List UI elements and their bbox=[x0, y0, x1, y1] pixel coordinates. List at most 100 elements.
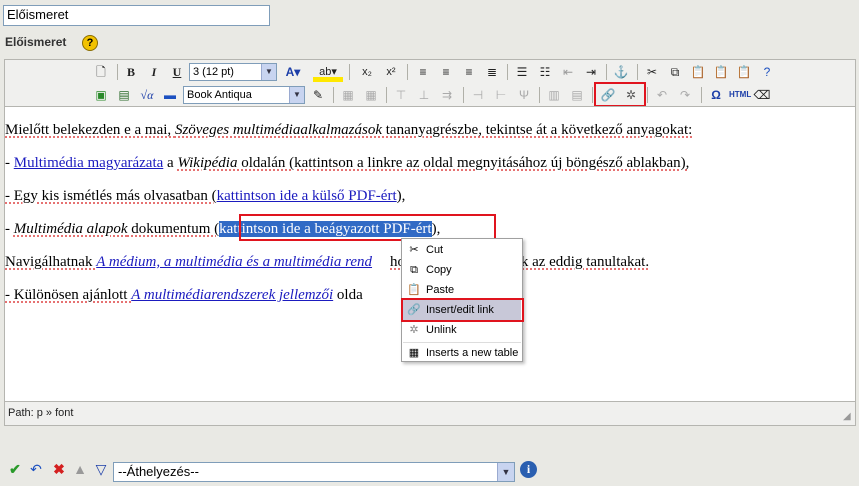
menu-item-label: Unlink bbox=[426, 324, 457, 336]
help-button-icon[interactable]: ? bbox=[757, 62, 777, 82]
menu-item-unlink[interactable]: ✲ Unlink bbox=[403, 320, 521, 340]
move-select-value: --Áthelyezés-- bbox=[118, 464, 199, 479]
menu-item-label: Cut bbox=[426, 244, 444, 256]
paragraph-5: Navigálhatnak A médium, a multimédia és … bbox=[5, 254, 649, 271]
cell-props-icon[interactable]: ▦ bbox=[361, 85, 381, 105]
chevron-down-icon: ▼ bbox=[497, 463, 514, 481]
info-icon[interactable]: i bbox=[520, 461, 537, 478]
text: - Különösen ajánlott bbox=[5, 287, 132, 303]
align-justify-icon[interactable]: ≣ bbox=[482, 62, 502, 82]
font-size-select[interactable]: 3 (12 pt) ▼ bbox=[189, 63, 277, 81]
paste-text-icon[interactable]: 📋 bbox=[711, 62, 731, 82]
undo-icon[interactable]: ↶ bbox=[652, 85, 672, 105]
math-icon[interactable]: √α bbox=[137, 85, 157, 105]
align-left-icon[interactable]: ≡ bbox=[413, 62, 433, 82]
help-icon[interactable]: ? bbox=[82, 35, 98, 51]
context-menu: ✂ Cut ⧉ Copy 📋 Paste 🔗 Insert/edit link … bbox=[401, 238, 524, 362]
bold-button[interactable]: B bbox=[121, 62, 141, 82]
merge-cells-icon[interactable]: ▤ bbox=[567, 85, 587, 105]
text: - bbox=[5, 155, 14, 171]
link-systems[interactable]: A multimédiarendszerek jellemzői bbox=[131, 287, 333, 303]
resize-grip-icon[interactable]: ◢ bbox=[843, 412, 853, 422]
title-input[interactable]: Előismeret bbox=[3, 5, 270, 26]
redo-icon[interactable]: ↷ bbox=[675, 85, 695, 105]
delete-icon[interactable]: ✖ bbox=[51, 461, 67, 477]
horizontal-rule-icon[interactable]: ▬ bbox=[160, 85, 180, 105]
table-props-icon[interactable]: ▦ bbox=[338, 85, 358, 105]
move-down-icon[interactable]: ▽ bbox=[93, 461, 109, 477]
numbered-list-icon[interactable]: ☷ bbox=[535, 62, 555, 82]
link-buttons-highlight bbox=[594, 82, 646, 107]
paste-icon[interactable]: 📋 bbox=[688, 62, 708, 82]
text: olda bbox=[333, 287, 363, 303]
text-italic: Multimédia alapok bbox=[13, 221, 128, 237]
selection-highlight bbox=[239, 214, 496, 241]
indent-icon[interactable]: ⇥ bbox=[581, 62, 601, 82]
bullet-list-icon[interactable]: ☰ bbox=[512, 62, 532, 82]
subscript-icon[interactable]: x₂ bbox=[357, 62, 377, 82]
menu-item-label: Copy bbox=[426, 264, 452, 276]
undo-arrow-icon[interactable]: ↶ bbox=[28, 461, 44, 477]
paragraph-3: - Egy kis ismétlés más olvasatban (katti… bbox=[5, 188, 405, 205]
link-medium[interactable]: A médium, a multimédia és a multimédia r… bbox=[96, 254, 372, 270]
paragraph-2: - Multimédia magyarázata a Wikipédia old… bbox=[5, 155, 689, 172]
copy-icon: ⧉ bbox=[410, 264, 418, 276]
underline-button[interactable]: U bbox=[167, 62, 187, 82]
new-document-icon[interactable]: 🗋 bbox=[91, 62, 111, 82]
link-multimedia[interactable]: Multimédia magyarázata bbox=[14, 155, 164, 171]
image-icon[interactable]: ▣ bbox=[91, 85, 111, 105]
paragraph-6: - Különösen ajánlott A multimédiarendsze… bbox=[5, 287, 363, 304]
insert-row-after-icon[interactable]: ⊥ bbox=[414, 85, 434, 105]
unlink-icon: ✲ bbox=[409, 324, 419, 336]
text-italic: Wikipédia bbox=[177, 155, 238, 171]
insert-row-before-icon[interactable]: ⊤ bbox=[391, 85, 411, 105]
menu-item-copy[interactable]: ⧉ Copy bbox=[403, 260, 521, 280]
cleanup-icon[interactable]: ⌫ bbox=[752, 85, 772, 105]
text-italic: Szöveges multimédiaalkalmazások bbox=[174, 122, 382, 138]
font-size-value: 3 (12 pt) bbox=[193, 66, 234, 78]
anchor-icon[interactable]: ⚓ bbox=[611, 62, 631, 82]
copy-icon[interactable]: ⧉ bbox=[665, 62, 685, 82]
text: a bbox=[163, 155, 178, 171]
media-icon[interactable]: ▤ bbox=[114, 85, 134, 105]
highlight-color-icon[interactable]: ab▾ bbox=[313, 62, 343, 82]
menu-item-label: Inserts a new table bbox=[426, 347, 519, 359]
move-select[interactable]: --Áthelyezés-- ▼ bbox=[113, 462, 515, 482]
move-up-icon[interactable]: ▲ bbox=[72, 461, 88, 477]
font-family-select[interactable]: Book Antiqua ▼ bbox=[183, 86, 305, 104]
text: Mielőtt belekezden e a mai, bbox=[5, 122, 175, 138]
paste-word-icon[interactable]: 📋 bbox=[734, 62, 754, 82]
insert-col-before-icon[interactable]: ⊣ bbox=[468, 85, 488, 105]
paragraph-1: Mielőtt belekezden e a mai, Szöveges mul… bbox=[5, 122, 692, 139]
delete-row-icon[interactable]: ⇉ bbox=[437, 85, 457, 105]
italic-button[interactable]: I bbox=[144, 62, 164, 82]
chevron-down-icon: ▼ bbox=[261, 64, 276, 80]
text: Navigálhatnak bbox=[5, 254, 97, 270]
status-bar: Path: p » font ◢ bbox=[5, 403, 855, 424]
text: oldalán (kattintson a linkre az oldal me… bbox=[237, 155, 690, 171]
edit-style-icon[interactable]: ✎ bbox=[308, 85, 328, 105]
save-check-icon[interactable]: ✔ bbox=[7, 461, 23, 477]
font-family-value: Book Antiqua bbox=[187, 89, 252, 101]
html-source-icon[interactable]: HTML bbox=[729, 85, 751, 105]
element-path: Path: p » font bbox=[8, 407, 74, 419]
cut-icon[interactable]: ✂ bbox=[642, 62, 662, 82]
outdent-icon[interactable]: ⇤ bbox=[558, 62, 578, 82]
link-external-pdf[interactable]: kattintson ide a külső PDF-ért bbox=[217, 188, 397, 204]
superscript-icon[interactable]: x² bbox=[381, 62, 401, 82]
menu-item-cut[interactable]: ✂ Cut bbox=[403, 240, 521, 260]
align-center-icon[interactable]: ≡ bbox=[436, 62, 456, 82]
split-cells-icon[interactable]: ▥ bbox=[544, 85, 564, 105]
field-label: Előismeret bbox=[5, 35, 67, 49]
delete-col-icon[interactable]: Ψ bbox=[514, 85, 534, 105]
menu-item-insert-table[interactable]: ▦ Inserts a new table bbox=[403, 342, 521, 362]
special-char-icon[interactable]: Ω bbox=[706, 85, 726, 105]
text: - Egy kis ismétlés más olvasatban ( bbox=[5, 188, 217, 204]
font-color-icon[interactable]: A▾ bbox=[283, 62, 303, 82]
align-right-icon[interactable]: ≡ bbox=[459, 62, 479, 82]
text: ), bbox=[396, 188, 406, 204]
insert-col-after-icon[interactable]: ⊢ bbox=[491, 85, 511, 105]
text: dokumentum ( bbox=[127, 221, 220, 237]
menu-item-paste[interactable]: 📋 Paste bbox=[403, 280, 521, 300]
chevron-down-icon: ▼ bbox=[289, 87, 304, 103]
